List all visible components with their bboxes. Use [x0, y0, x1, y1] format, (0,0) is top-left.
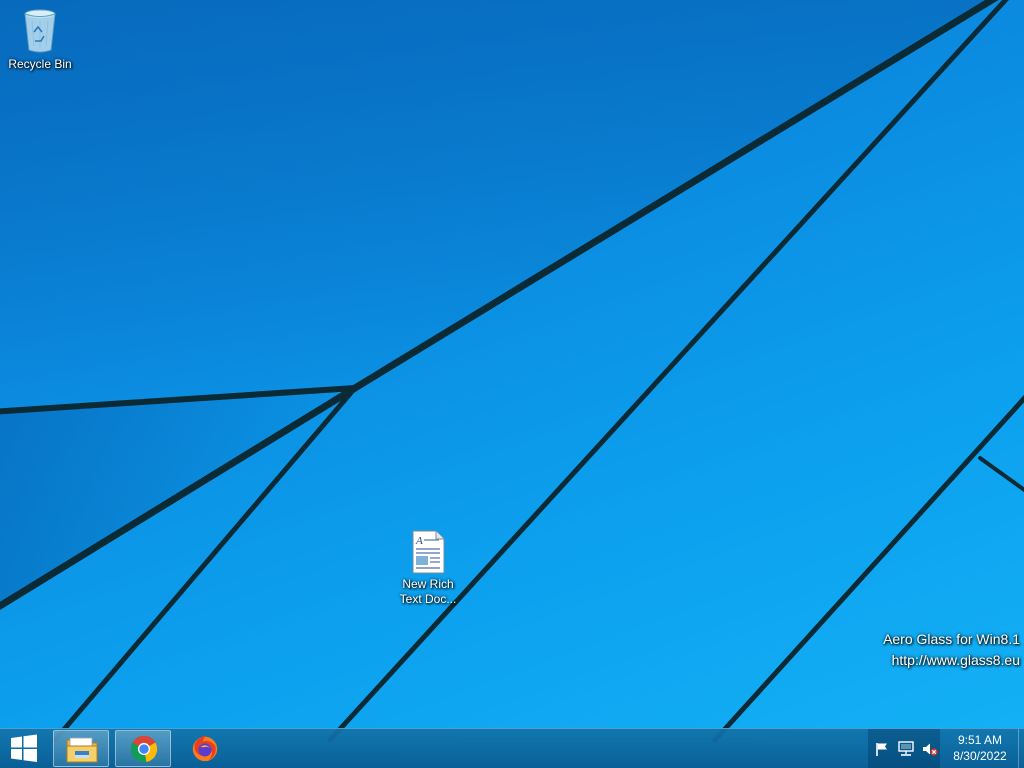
recycle-bin-icon — [24, 9, 56, 53]
taskbar-file-explorer-button[interactable] — [53, 730, 109, 767]
rich-text-document-icon: A — [412, 530, 445, 574]
notification-area — [868, 729, 940, 768]
taskbar-firefox-button[interactable] — [177, 730, 233, 767]
clock-time: 9:51 AM — [957, 733, 1003, 747]
show-desktop-button[interactable] — [1018, 729, 1024, 768]
wallpaper — [0, 0, 1024, 743]
watermark-url: http://www.glass8.eu — [891, 652, 1020, 668]
svg-text:A: A — [415, 535, 423, 547]
network-icon[interactable] — [898, 741, 914, 757]
taskbar: 9:51 AM 8/30/2022 — [0, 728, 1024, 768]
desktop: Recycle Bin A New Rich Text Doc... Aero … — [0, 0, 1024, 768]
clock-date: 8/30/2022 — [953, 749, 1007, 763]
taskbar-clock[interactable]: 9:51 AM 8/30/2022 — [942, 732, 1018, 764]
windows-logo-icon — [11, 734, 37, 762]
firefox-icon — [192, 735, 218, 762]
start-button[interactable] — [0, 729, 48, 768]
taskbar-chrome-button[interactable] — [115, 730, 171, 767]
watermark-title: Aero Glass for Win8.1 — [883, 631, 1020, 647]
action-center-flag-icon[interactable] — [874, 741, 890, 757]
recycle-bin-label: Recycle Bin — [8, 57, 72, 71]
desktop-icon-recycle-bin[interactable]: Recycle Bin — [2, 6, 78, 72]
file-explorer-icon — [66, 737, 98, 763]
aero-glass-watermark: Aero Glass for Win8.1 http://www.glass8.… — [883, 629, 1020, 671]
chrome-icon — [130, 735, 158, 763]
rich-text-document-label: New Rich Text Doc... — [399, 577, 457, 606]
volume-muted-icon[interactable] — [922, 741, 938, 757]
desktop-icon-new-rich-text-document[interactable]: A New Rich Text Doc... — [390, 530, 466, 607]
